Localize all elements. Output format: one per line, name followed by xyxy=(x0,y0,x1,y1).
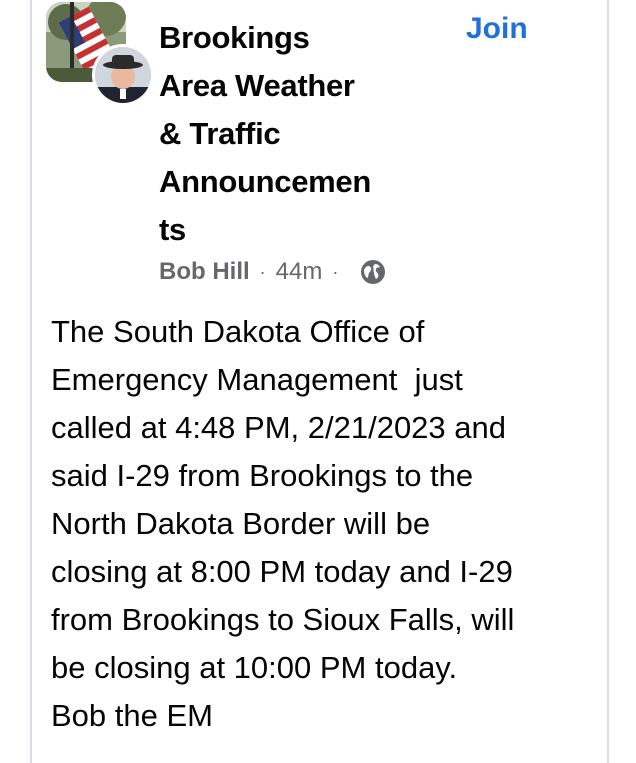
join-button[interactable]: Join xyxy=(466,12,528,46)
globe-icon[interactable] xyxy=(360,259,386,285)
author-avatar[interactable] xyxy=(92,44,154,106)
author-name[interactable]: Bob Hill xyxy=(159,258,250,286)
post-time[interactable]: 44m xyxy=(276,258,323,286)
post-meta: Bob Hill · 44m · xyxy=(159,254,386,290)
meta-separator: · xyxy=(332,261,339,282)
post-body-text: The South Dakota Office of Emergency Man… xyxy=(51,314,515,733)
meta-separator: · xyxy=(259,261,266,282)
group-name[interactable]: Brookings Area Weather & Traffic Announc… xyxy=(159,14,409,254)
